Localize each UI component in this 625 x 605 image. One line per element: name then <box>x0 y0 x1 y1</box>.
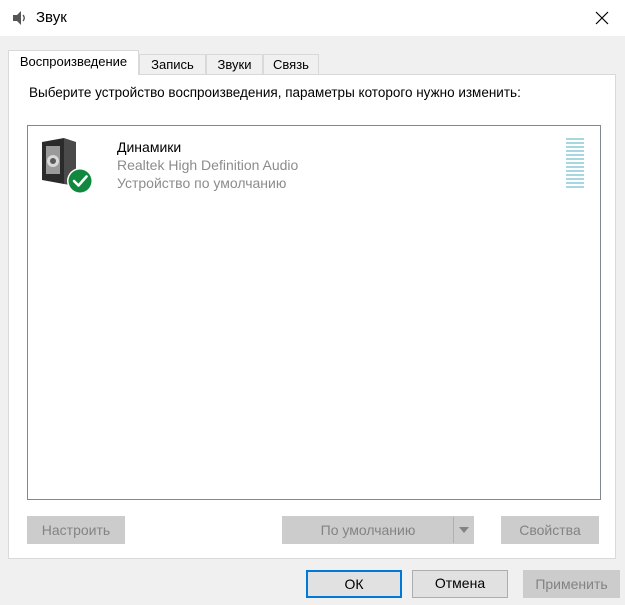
configure-button[interactable]: Настроить <box>27 516 125 544</box>
properties-button[interactable]: Свойства <box>501 516 599 544</box>
set-default-dropdown[interactable] <box>453 517 474 543</box>
playback-panel: Выберите устройство воспроизведения, пар… <box>8 74 616 559</box>
default-checkmark-icon <box>67 168 93 194</box>
set-default-button[interactable]: По умолчанию <box>283 517 453 543</box>
device-item-speakers[interactable]: Динамики Realtek High Definition Audio У… <box>28 126 600 196</box>
device-driver: Realtek High Definition Audio <box>117 157 299 173</box>
device-status: Устройство по умолчанию <box>117 175 287 191</box>
title-bar: Звук <box>0 0 625 36</box>
speaker-app-icon <box>13 11 25 25</box>
close-icon <box>595 11 609 25</box>
device-name: Динамики <box>117 139 182 155</box>
device-list[interactable]: Динамики Realtek High Definition Audio У… <box>27 125 601 500</box>
set-default-split-button[interactable]: По умолчанию <box>282 516 474 544</box>
tab-recording[interactable]: Запись <box>139 54 206 74</box>
tab-communications[interactable]: Связь <box>263 54 319 74</box>
tab-playback[interactable]: Воспроизведение <box>8 50 139 75</box>
volume-level-meter <box>566 138 584 192</box>
ok-button[interactable]: ОК <box>306 570 402 598</box>
apply-button[interactable]: Применить <box>523 570 620 598</box>
cancel-button[interactable]: Отмена <box>412 570 508 598</box>
tab-sounds[interactable]: Звуки <box>206 54 263 74</box>
chevron-down-icon <box>459 527 469 533</box>
window-title: Звук <box>36 9 67 26</box>
instruction-text: Выберите устройство воспроизведения, пар… <box>29 85 521 100</box>
speaker-icon <box>42 138 93 194</box>
close-button[interactable] <box>587 3 617 33</box>
